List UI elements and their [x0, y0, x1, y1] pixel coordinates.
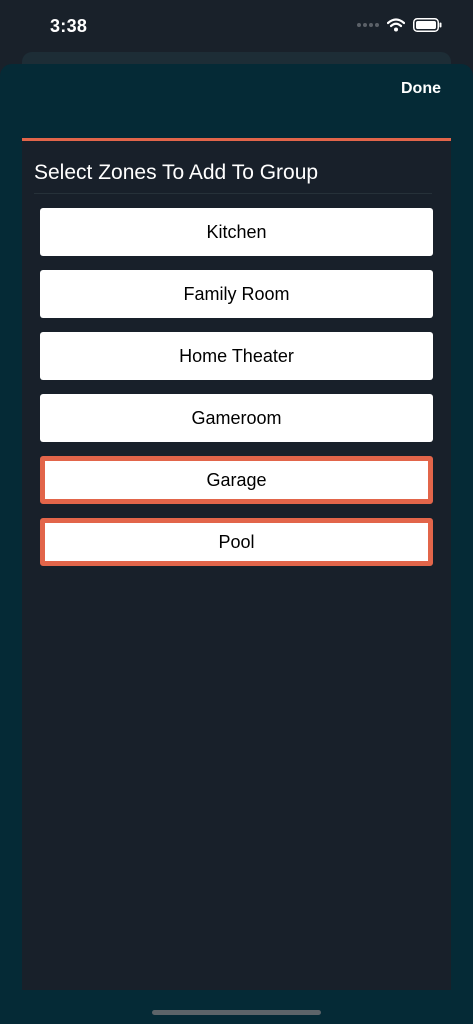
- zone-button-kitchen[interactable]: Kitchen: [40, 208, 433, 256]
- zone-button-gameroom[interactable]: Gameroom: [40, 394, 433, 442]
- status-bar: 3:38: [0, 0, 473, 56]
- done-button[interactable]: Done: [401, 80, 441, 98]
- wifi-icon: [387, 18, 405, 32]
- home-indicator[interactable]: [152, 1010, 321, 1015]
- modal-sheet: Done Select Zones To Add To Group Kitche…: [0, 64, 473, 1024]
- zone-label: Garage: [206, 469, 267, 490]
- battery-icon: [413, 18, 442, 32]
- zone-button-garage[interactable]: Garage: [40, 456, 433, 504]
- status-icons: [357, 18, 443, 32]
- zone-list: Kitchen Family Room Home Theater Gameroo…: [40, 208, 433, 580]
- zone-label: Gameroom: [191, 407, 282, 428]
- zone-label: Kitchen: [206, 221, 267, 242]
- zone-button-pool[interactable]: Pool: [40, 518, 433, 566]
- zone-button-home-theater[interactable]: Home Theater: [40, 332, 433, 380]
- zone-label: Home Theater: [179, 345, 294, 366]
- zone-label: Family Room: [183, 283, 290, 304]
- signal-dots-icon: [357, 23, 379, 27]
- panel-title: Select Zones To Add To Group: [34, 161, 319, 184]
- zone-selection-panel: Select Zones To Add To Group Kitchen Fam…: [22, 138, 451, 990]
- zone-label: Pool: [218, 531, 255, 552]
- status-time: 3:38: [50, 16, 88, 36]
- title-divider: [34, 193, 432, 194]
- zone-button-family-room[interactable]: Family Room: [40, 270, 433, 318]
